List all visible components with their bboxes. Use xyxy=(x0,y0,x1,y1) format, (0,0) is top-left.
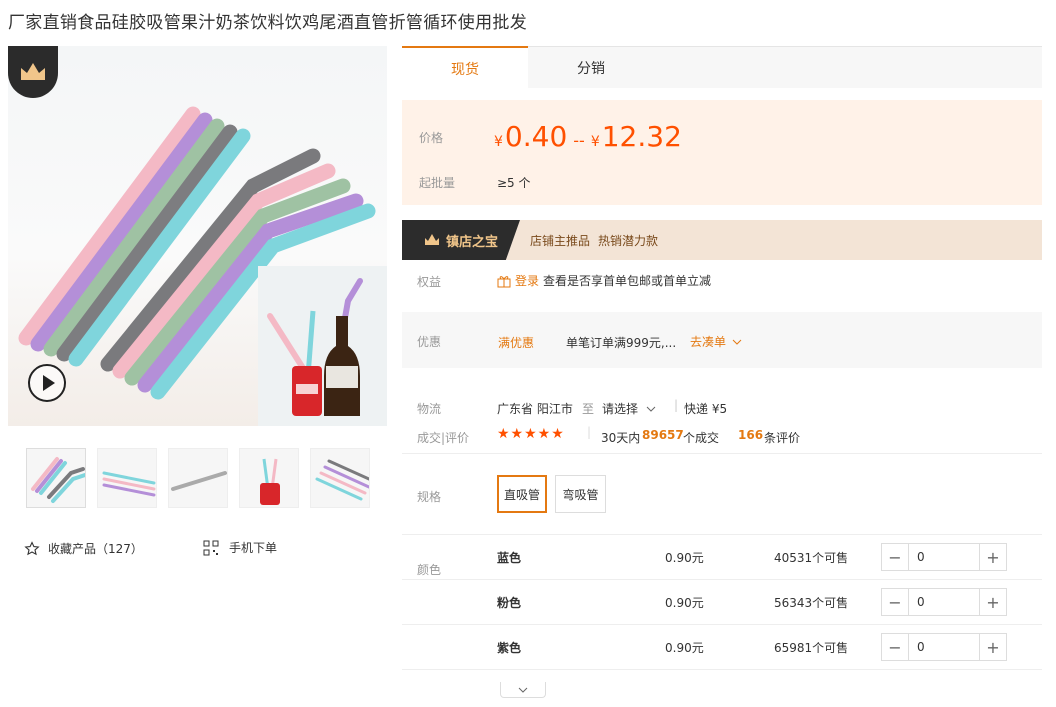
shop-treasure-text: 镇店之宝 xyxy=(445,234,498,250)
color-price: 0.90元 xyxy=(665,596,704,610)
reviews-count[interactable]: 166 xyxy=(738,428,763,442)
shop-tag-hot: 热销潜力款 xyxy=(598,233,659,248)
quantity-input[interactable]: 0 xyxy=(908,544,980,570)
shop-treasure-badge: 镇店之宝 xyxy=(402,220,520,260)
shop-tag-main: 店铺主推品 xyxy=(530,233,591,248)
deals-count: 89657 xyxy=(642,428,684,442)
thumbnail-2[interactable] xyxy=(97,448,157,508)
quantity-input[interactable]: 0 xyxy=(908,589,980,615)
promo-tag: 满优惠 xyxy=(498,336,535,350)
play-video-icon[interactable] xyxy=(28,364,66,402)
express-fee: 快递 ¥5 xyxy=(684,402,728,416)
price-high: 12.32 xyxy=(601,120,682,153)
rights-text: 查看是否享首单包邮或首单立减 xyxy=(543,274,712,288)
ship-to-word: 至 xyxy=(582,402,595,416)
color-price: 0.90元 xyxy=(665,551,704,565)
destination-select[interactable]: 请选择 xyxy=(602,400,656,417)
thumbnail-strip xyxy=(26,448,370,508)
color-name: 粉色 xyxy=(497,596,522,610)
logistics-section: 物流 广东省 阳江市 至 请选择 | 快递 ¥5 成交|评价 ★★★★★ | 3… xyxy=(402,394,1042,454)
expand-more-button[interactable] xyxy=(500,682,546,698)
thumbnail-1[interactable] xyxy=(26,448,86,508)
ship-from: 广东省 阳江市 xyxy=(497,402,573,416)
mobile-order-label: 手机下单 xyxy=(229,541,278,555)
increment-button[interactable]: + xyxy=(980,544,1006,570)
promo-label: 优惠 xyxy=(417,335,442,349)
chevron-down-icon xyxy=(518,687,528,693)
moq-label: 起批量 xyxy=(419,176,456,190)
color-price: 0.90元 xyxy=(665,641,704,655)
straws-illustration xyxy=(18,106,387,426)
promo-action[interactable]: 去凑单 xyxy=(690,333,742,350)
crown-badge-icon xyxy=(8,46,58,98)
color-table: 颜色 蓝色 0.90元 40531个可售 − 0 + 粉色 0.90元 5634… xyxy=(402,534,1042,670)
rights-label: 权益 xyxy=(417,275,442,289)
table-row: 紫色 0.90元 65981个可售 − 0 + xyxy=(402,625,1042,670)
deals-label: 成交|评价 xyxy=(417,431,470,445)
price-label: 价格 xyxy=(419,131,444,145)
crown-icon xyxy=(424,234,439,245)
decrement-button[interactable]: − xyxy=(882,634,908,660)
color-stock: 65981个可售 xyxy=(774,641,849,655)
spec-option-bent[interactable]: 弯吸管 xyxy=(555,475,606,513)
mobile-order-button[interactable]: 手机下单 xyxy=(203,539,277,556)
destination-select-label: 请选择 xyxy=(602,402,639,416)
decrement-button[interactable]: − xyxy=(882,589,908,615)
rating-stars: ★★★★★ xyxy=(497,426,565,442)
quantity-stepper: − 0 + xyxy=(881,633,1007,661)
spec-label: 规格 xyxy=(417,490,442,504)
color-stock: 40531个可售 xyxy=(774,551,849,565)
color-label: 颜色 xyxy=(417,563,442,577)
increment-button[interactable]: + xyxy=(980,634,1006,660)
price-range: ¥ 0.40 -- ¥ 12.32 xyxy=(494,120,682,153)
quantity-stepper: − 0 + xyxy=(881,543,1007,571)
color-name: 紫色 xyxy=(497,641,522,655)
promo-text: 单笔订单满999元,... xyxy=(566,336,677,350)
rights-row: 权益 登录 查看是否享首单包邮或首单立减 xyxy=(402,262,1042,302)
thumbnail-3[interactable] xyxy=(168,448,228,508)
tab-distribution[interactable]: 分销 xyxy=(528,47,654,89)
color-name: 蓝色 xyxy=(497,551,522,565)
star-outline-icon xyxy=(24,540,40,555)
chevron-down-icon xyxy=(646,406,656,412)
product-title: 厂家直销食品硅胶吸管果汁奶茶饮料饮鸡尾酒直管折管循环使用批发 xyxy=(8,13,527,33)
main-product-image[interactable] xyxy=(8,46,387,426)
reviews-suffix: 条评价 xyxy=(764,431,801,445)
decrement-button[interactable]: − xyxy=(882,544,908,570)
thumbnail-5[interactable] xyxy=(310,448,370,508)
spec-option-straight[interactable]: 直吸管 xyxy=(497,475,547,513)
favorite-label: 收藏产品（127） xyxy=(48,542,143,556)
moq-value: ≥5 个 xyxy=(497,176,531,190)
favorite-button[interactable]: 收藏产品（127） xyxy=(24,540,143,557)
currency-symbol-2: ¥ xyxy=(590,134,600,150)
spec-section: 规格 直吸管 弯吸管 xyxy=(402,470,1042,518)
deals-count-suffix: 个成交 xyxy=(683,431,720,445)
chevron-down-icon xyxy=(732,339,742,345)
promo-row: 优惠 满优惠 单笔订单满999元,... 去凑单 xyxy=(402,312,1042,368)
thumbnail-4[interactable] xyxy=(239,448,299,508)
price-low: 0.40 xyxy=(504,120,568,153)
table-row: 粉色 0.90元 56343个可售 − 0 + xyxy=(402,580,1042,625)
stock-tabs: 现货 分销 xyxy=(402,46,1042,89)
color-stock: 56343个可售 xyxy=(774,596,849,610)
increment-button[interactable]: + xyxy=(980,589,1006,615)
quantity-input[interactable]: 0 xyxy=(908,634,980,660)
quantity-stepper: − 0 + xyxy=(881,588,1007,616)
price-box: 价格 ¥ 0.40 -- ¥ 12.32 起批量 ≥5 个 xyxy=(402,100,1042,205)
currency-symbol: ¥ xyxy=(494,134,503,150)
qrcode-icon xyxy=(203,540,219,555)
promo-action-label: 去凑单 xyxy=(690,335,727,349)
logistics-label: 物流 xyxy=(417,402,442,416)
table-row: 蓝色 0.90元 40531个可售 − 0 + xyxy=(402,535,1042,580)
price-separator: -- xyxy=(573,131,585,150)
login-link[interactable]: 登录 xyxy=(515,272,539,289)
gift-icon xyxy=(497,275,511,287)
deals-days: 30天内 xyxy=(601,431,641,445)
shop-treasure-bar: 镇店之宝 店铺主推品 热销潜力款 xyxy=(402,220,1042,260)
tab-spot[interactable]: 现货 xyxy=(402,46,528,89)
